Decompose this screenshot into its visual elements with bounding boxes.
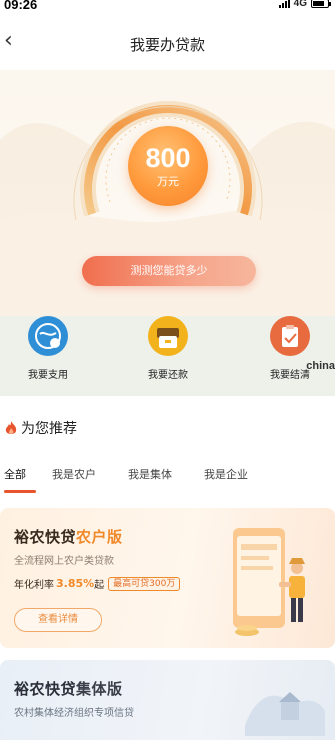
rate-value: 3.85%	[56, 577, 95, 590]
card-title-main: 裕农快贷	[14, 528, 77, 546]
loan-hero: 800 万元 测测您能贷多少	[0, 70, 335, 316]
battery-icon	[311, 0, 331, 8]
wallet-icon	[148, 316, 188, 356]
globe-icon	[28, 316, 68, 356]
recommend-section: 为您推荐 全部 我是农户 我是集体 我是企业 裕农快贷农户版 全流程网上农户类贷…	[0, 396, 335, 740]
rate-suffix: 起	[94, 580, 105, 591]
card-title-main: 裕农快贷	[14, 680, 77, 698]
card-description: 农村集体经济组织专项信贷	[14, 708, 134, 719]
village-illustration	[245, 692, 325, 736]
recommend-header: 为您推荐	[4, 418, 77, 438]
card-title-accent: 集体版	[76, 680, 123, 698]
view-details-button[interactable]: 查看详情	[14, 608, 102, 632]
nav-bar: ‹ 我要办贷款	[0, 14, 335, 70]
tab-all[interactable]: 全部	[4, 466, 26, 482]
status-bar: 09:26 4G	[0, 0, 335, 14]
card-title: 裕农快贷农户版	[14, 526, 123, 547]
page-title: 我要办贷款	[129, 36, 205, 54]
quick-action-label: 我要支用	[28, 370, 68, 381]
flame-icon	[5, 421, 17, 434]
active-tab-indicator	[4, 490, 36, 493]
watermark-text: china	[306, 360, 335, 372]
tab-collective[interactable]: 我是集体	[128, 466, 172, 482]
card-title: 裕农快贷集体版	[14, 678, 123, 699]
rate-row: 年化利率 3.85% 起 最高可贷300万	[14, 576, 181, 591]
amount-circle: 800 万元	[128, 126, 208, 206]
tab-enterprise[interactable]: 我是企业	[204, 466, 248, 482]
calc-limit-button[interactable]: 测测您能贷多少	[82, 256, 256, 286]
status-indicators: 4G	[278, 0, 331, 9]
network-label: 4G	[293, 0, 307, 9]
loan-amount: 800	[145, 142, 191, 173]
category-tabs: 全部 我是农户 我是集体 我是企业	[0, 466, 335, 496]
product-card-farmer[interactable]: 裕农快贷农户版 全流程网上农户类贷款 年化利率 3.85% 起 最高可贷300万…	[0, 508, 335, 648]
quick-actions: 我要支用 我要还款 我要结清 china	[0, 316, 335, 396]
quick-action-repay[interactable]: 我要还款	[128, 316, 208, 381]
rate-label: 年化利率	[14, 580, 54, 591]
limit-badge: 最高可贷300万	[108, 576, 181, 591]
tab-farmer[interactable]: 我是农户	[52, 466, 96, 482]
quick-action-drawdown[interactable]: 我要支用	[8, 316, 88, 381]
phone-farmer-illustration	[233, 528, 305, 636]
loan-amount-unit: 万元	[157, 174, 179, 188]
recommend-title: 为您推荐	[21, 421, 77, 437]
card-title-accent: 农户版	[76, 528, 123, 546]
clipboard-check-icon	[270, 316, 310, 356]
quick-action-label: 我要还款	[148, 370, 188, 381]
signal-icon	[278, 0, 290, 8]
status-time: 09:26	[4, 0, 38, 12]
card-description: 全流程网上农户类贷款	[14, 556, 114, 567]
product-card-collective[interactable]: 裕农快贷集体版 农村集体经济组织专项信贷	[0, 660, 335, 740]
